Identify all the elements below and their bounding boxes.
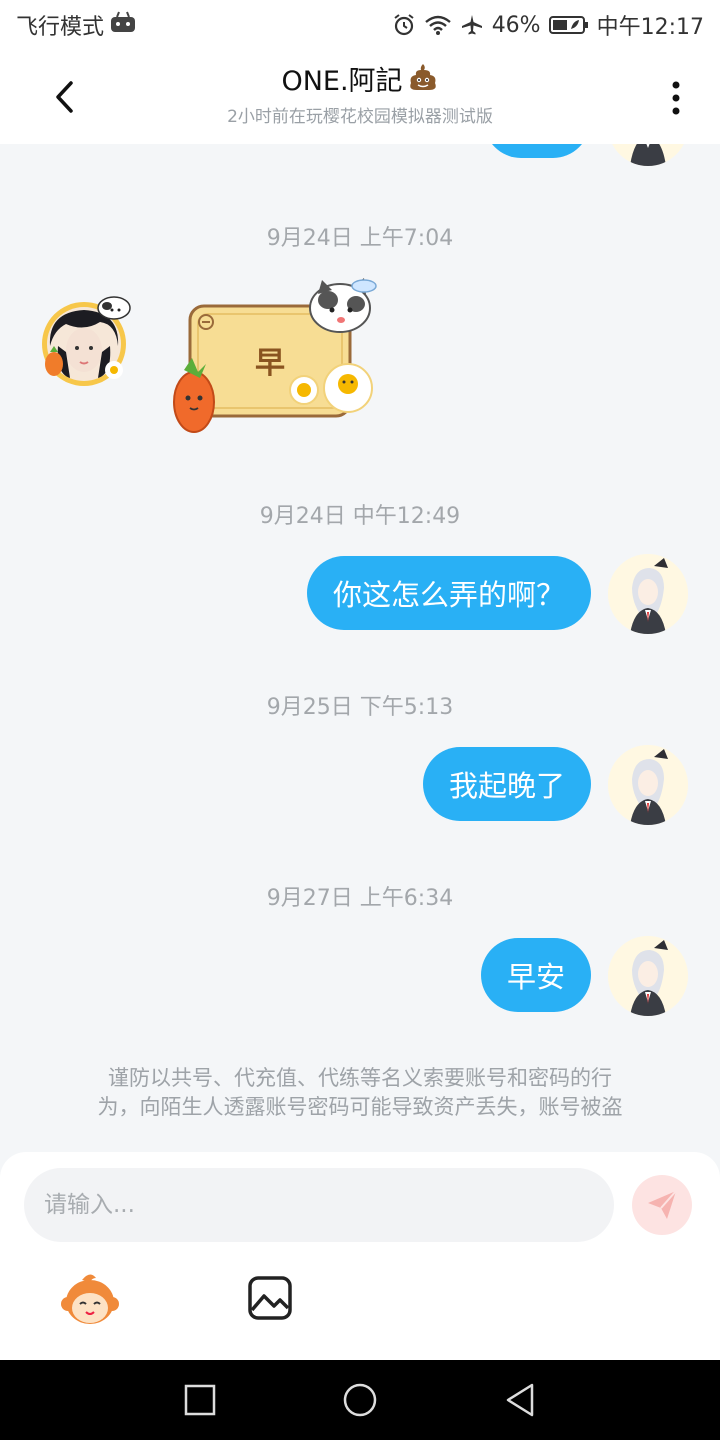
chevron-left-icon xyxy=(56,81,73,113)
back-nav-button[interactable] xyxy=(500,1380,540,1420)
square-icon xyxy=(184,1384,216,1416)
my-avatar[interactable] xyxy=(608,144,688,166)
battery-icon xyxy=(548,15,589,35)
message-timestamp: 9月25日 下午5:13 xyxy=(266,695,454,720)
more-options-button[interactable] xyxy=(658,76,694,120)
airplane-mode-label: 飞行模式 xyxy=(16,15,105,40)
monkey-emoji-icon xyxy=(61,1274,119,1324)
security-warning-line: 谨防以共号、代充值、代练等名义索要账号和密码的行 xyxy=(108,1066,612,1090)
triangle-back-icon xyxy=(506,1383,534,1417)
airplane-icon xyxy=(460,13,484,37)
composer-panel xyxy=(0,1152,720,1360)
chat-header: ONE.阿記 2小时前在玩樱花校园模拟器测试版 xyxy=(0,50,720,144)
message-bubble[interactable]: 你这怎么弄的啊？ xyxy=(306,556,591,630)
battery-percent: 46% xyxy=(491,12,541,38)
my-avatar[interactable] xyxy=(608,936,688,1016)
message-list[interactable]: 9月24日 上午7:04 早 9月24日 中午12:49 你这怎么弄的啊？ 9月… xyxy=(0,144,720,1154)
my-avatar[interactable] xyxy=(608,745,688,825)
home-button[interactable] xyxy=(340,1380,380,1420)
contact-activity-status: 2小时前在玩樱花校园模拟器测试版 xyxy=(227,107,493,127)
system-nav-bar xyxy=(0,1360,720,1440)
image-icon xyxy=(248,1276,292,1320)
message-timestamp: 9月27日 上午6:34 xyxy=(266,886,454,911)
back-button[interactable] xyxy=(42,72,86,122)
status-bar: 飞行模式 46% 中午12:17 xyxy=(0,0,720,50)
header-title: ONE.阿記 2小时前在玩樱花校园模拟器测试版 xyxy=(140,62,580,130)
more-vertical-icon xyxy=(672,81,680,115)
circle-icon xyxy=(343,1383,377,1417)
recent-apps-button[interactable] xyxy=(180,1380,220,1420)
peer-avatar[interactable] xyxy=(40,294,134,388)
sticker-message[interactable]: 早 xyxy=(168,278,378,438)
send-button[interactable] xyxy=(632,1175,692,1235)
contact-name[interactable]: ONE.阿記 xyxy=(281,62,438,102)
security-warning-line: 为，向陌生人透露账号密码可能导致资产丢失，账号被盗 xyxy=(97,1095,623,1119)
gamepad-icon xyxy=(110,11,136,39)
clock-time: 中午12:17 xyxy=(596,15,704,40)
sticker-text: 早 xyxy=(255,346,285,381)
contact-name-text: ONE.阿記 xyxy=(281,66,403,97)
message-bubble[interactable]: 我起晚了 xyxy=(422,747,591,821)
alarm-icon xyxy=(392,13,416,37)
send-icon xyxy=(648,1190,677,1219)
message-input[interactable] xyxy=(24,1168,614,1242)
wifi-icon xyxy=(424,14,452,36)
message-bubble[interactable]: 早安 xyxy=(480,938,591,1012)
image-picker-button[interactable] xyxy=(246,1274,294,1322)
message-timestamp: 9月24日 上午7:04 xyxy=(266,226,454,251)
message-bubble-partial[interactable] xyxy=(484,144,590,158)
security-warning: 谨防以共号、代充值、代练等名义索要账号和密码的行 为，向陌生人透露账号密码可能导… xyxy=(40,1064,680,1122)
message-timestamp: 9月24日 中午12:49 xyxy=(259,504,461,529)
my-avatar[interactable] xyxy=(608,554,688,634)
emoji-button[interactable] xyxy=(60,1270,120,1330)
poop-emoji-icon xyxy=(407,62,439,102)
